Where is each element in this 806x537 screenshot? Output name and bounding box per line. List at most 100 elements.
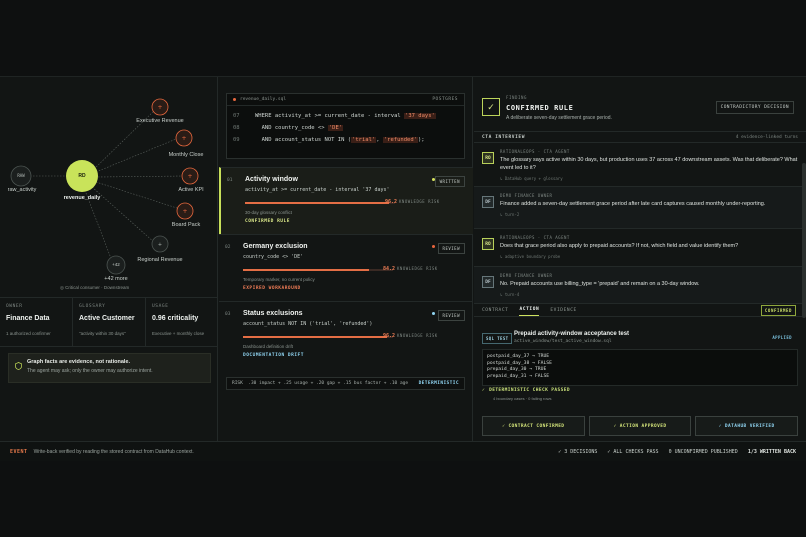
event-label: EVENT — [10, 448, 28, 455]
check-title: DETERMINISTIC CHECK PASSED — [489, 388, 570, 393]
contract-confirmed-button[interactable]: ✓ CONTRACT CONFIRMED — [482, 416, 585, 436]
lineage-graph: + + + + + RAW raw_activity RD revenue_da… — [0, 77, 218, 297]
sql-code-viewer: revenue_daily.sql POSTGRES 07 WHERE acti… — [226, 93, 465, 159]
code-line: 09 AND account_status NOT IN ( 'trial' ,… — [227, 134, 464, 146]
lineage-panel: + + + + + RAW raw_activity RD revenue_da… — [0, 77, 218, 442]
confirmed-badge: CONFIRMED — [760, 304, 796, 316]
code-line: 08 AND country_code <> 'DE' — [227, 122, 464, 134]
check-icon: ✓ — [482, 98, 500, 116]
executive-revenue-label: Executive Revenue — [136, 118, 184, 124]
glossary-stat: GLOSSARY Active Customer "activity withi… — [73, 298, 146, 346]
raw-node-badge: RAW — [17, 173, 25, 178]
stat-key: GLOSSARY — [79, 304, 106, 309]
more-node-label[interactable]: +42 more — [96, 276, 136, 282]
revenue-daily-label: revenue_daily — [63, 195, 101, 201]
svg-text:+: + — [181, 135, 186, 142]
test-path[interactable]: active_window/test_active_window.sql — [514, 339, 612, 344]
action-approved-button[interactable]: ✓ ACTION APPROVED — [588, 416, 692, 436]
rule-status-badge[interactable]: REVIEW — [437, 310, 465, 321]
code-text: AND account_status NOT IN ( — [255, 137, 352, 143]
check-subtitle: 4 boundary cases · 0 failing rows — [493, 396, 552, 401]
tab-evidence[interactable]: EVIDENCE — [550, 304, 576, 316]
svg-text:+: + — [157, 104, 162, 111]
risk-score: 84.2 — [383, 266, 396, 272]
stat-key: USAGE — [152, 304, 169, 309]
code-highlight: 'refunded' — [382, 137, 418, 143]
stat-sub: 1 authorized confirmer — [6, 331, 51, 336]
interview-count: 4 evidence-linked turns — [735, 134, 798, 140]
risk-label: KNOWLEDGE RISK — [397, 333, 438, 338]
risk-formula-text: RISK .30 impact + .25 usage + .20 gap + … — [232, 381, 409, 386]
line-number: 07 — [233, 113, 240, 119]
tab-contract[interactable]: CONTRACT — [482, 304, 508, 316]
risk-formula: RISK .30 impact + .25 usage + .20 gap + … — [226, 377, 465, 390]
event-text: Write-back verified by reading the store… — [33, 448, 194, 455]
footer-stat: 1/3 WRITTEN BACK — [747, 448, 796, 455]
risk-bar-fill — [243, 336, 388, 338]
turn-text: No. Prepaid accounts use billing_type = … — [500, 281, 700, 287]
status-footer: EVENT Write-back verified by reading the… — [0, 441, 806, 461]
rule-status-badge[interactable]: REVIEW — [437, 243, 465, 254]
rule-card-activity-window[interactable]: 01 Activity window activity_at >= curren… — [219, 167, 473, 234]
raw-node-label: raw_activity — [7, 187, 37, 193]
code-header: revenue_daily.sql POSTGRES — [227, 94, 464, 106]
stat-sub: "activity within 30 days" — [79, 331, 126, 336]
code-text: WHERE activity_at >= current_date - inte… — [255, 113, 405, 119]
risk-score: 96.2 — [385, 199, 398, 205]
tab-action[interactable]: ACTION — [519, 304, 540, 316]
check-icon: ✓ — [482, 388, 486, 393]
agent-avatar: RO — [482, 238, 494, 250]
risk-bar — [243, 269, 393, 271]
note-title: Graph facts are evidence, not rationale. — [27, 359, 131, 365]
risk-score: 96.2 — [383, 333, 396, 339]
risk-bar-fill — [243, 269, 370, 271]
evidence-note: Graph facts are evidence, not rationale.… — [8, 353, 211, 383]
active-kpi-label: Active KPI — [178, 187, 204, 193]
turn-author: RATIONALEOPS · CTA AGENT — [500, 149, 570, 154]
rule-subtitle: Dashboard definition drift — [243, 344, 294, 349]
stat-value: Finance Data — [6, 315, 50, 322]
asset-stats: OWNER Finance Data 1 authorized confirme… — [0, 297, 218, 347]
rule-tag: CONFIRMED RULE — [245, 219, 290, 224]
sql-test-badge: SQL TEST — [482, 333, 513, 344]
code-highlight: 'trial' — [351, 137, 377, 143]
footer-stat: ✓ 3 DECISIONS — [558, 448, 598, 455]
rule-number: 01 — [227, 178, 233, 183]
detail-tabs: CONTRACT ACTION EVIDENCE CONFIRMED — [474, 303, 806, 317]
turn-meta: ↳ DataHub query + glossary — [500, 175, 563, 181]
stat-key: OWNER — [6, 304, 23, 309]
more-node-badge: +42 — [112, 262, 120, 267]
board-pack-label: Board Pack — [171, 222, 201, 228]
interview-turn: RO RATIONALEOPS · CTA AGENT Does that gr… — [474, 228, 806, 266]
file-dot-icon — [233, 98, 236, 101]
footer-stat: ✓ ALL CHECKS PASS — [607, 448, 659, 455]
rule-card-germany-exclusion[interactable]: 02 Germany exclusion country_code <> 'DE… — [219, 234, 473, 301]
test-status: APPLIED — [772, 335, 792, 340]
rule-status-badge[interactable]: WRITTEN — [434, 176, 465, 187]
svg-text:+: + — [158, 242, 162, 248]
rule-card-status-exclusions[interactable]: 03 Status exclusions account_status NOT … — [219, 301, 473, 368]
finding-title: CONFIRMED RULE — [506, 104, 574, 112]
code-filename: revenue_daily.sql — [240, 97, 287, 102]
rule-subtitle: 30-day glossary conflict — [245, 210, 293, 215]
rule-expression: activity_at >= current_date - interval '… — [245, 187, 390, 193]
scrollbar[interactable] — [802, 163, 806, 318]
turn-text: The glossary says active within 30 days,… — [500, 157, 798, 171]
rule-tag: EXPIRED WORKAROUND — [243, 286, 301, 291]
lineage-graph-svg: + + + + + — [10, 98, 199, 275]
code-highlight: '37 days' — [404, 113, 436, 119]
status-dot-icon — [432, 245, 435, 248]
status-dot-icon — [432, 312, 435, 315]
contradictory-decision-button[interactable]: CONTRADICTORY DECISION — [715, 101, 794, 114]
datahub-verified-button[interactable]: ✓ DATAHUB VERIFIED — [695, 416, 799, 436]
footer-stats: ✓ 3 DECISIONS ✓ ALL CHECKS PASS 0 UNCONF… — [558, 449, 796, 455]
usage-stat: USAGE 0.96 criticality Executive + month… — [146, 298, 218, 346]
rule-tag: DOCUMENTATION DRIFT — [243, 353, 304, 358]
turn-text: Finance added a seven-day settlement gra… — [500, 201, 766, 207]
stat-value: Active Customer — [79, 315, 135, 322]
shield-icon — [15, 362, 22, 370]
code-line: 07 WHERE activity_at >= current_date - i… — [227, 110, 464, 122]
svg-text:+: + — [182, 208, 187, 215]
turn-meta: ↳ adaptive boundary probe — [500, 253, 561, 259]
deterministic-badge: DETERMINISTIC — [418, 381, 459, 386]
